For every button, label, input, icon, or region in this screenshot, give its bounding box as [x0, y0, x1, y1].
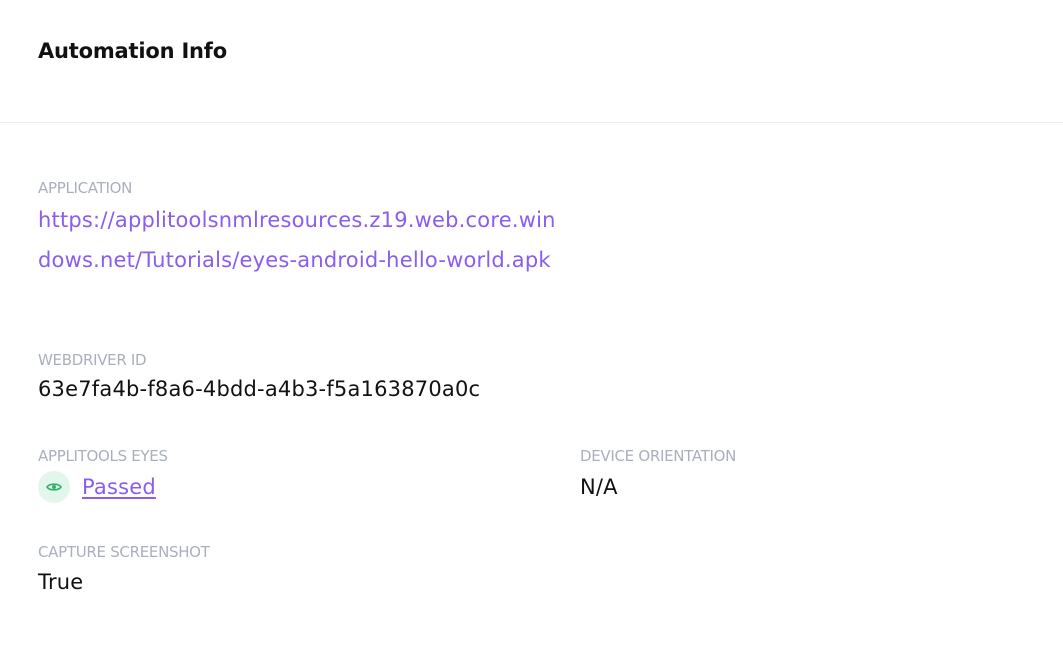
panel-title: Automation Info — [38, 39, 227, 63]
applitools-eyes-label: APPLITOOLS EYES — [38, 447, 168, 465]
webdriver-id-value: 63e7fa4b-f8a6-4bdd-a4b3-f5a163870a0c — [38, 377, 481, 401]
application-label: APPLICATION — [38, 179, 133, 197]
eye-icon — [38, 471, 70, 503]
capture-screenshot-value: True — [38, 570, 84, 594]
application-link[interactable]: https://applitoolsnmlresources.z19.web.c… — [38, 200, 568, 280]
panel-header: Automation Info — [0, 0, 1063, 123]
webdriver-id-label: WEBDRIVER ID — [38, 351, 147, 369]
capture-screenshot-label: CAPTURE SCREENSHOT — [38, 543, 210, 561]
device-orientation-value: N/A — [580, 475, 618, 499]
applitools-eyes-status: Passed — [38, 471, 156, 503]
device-orientation-label: DEVICE ORIENTATION — [580, 447, 737, 465]
eyes-passed-link[interactable]: Passed — [82, 472, 156, 502]
